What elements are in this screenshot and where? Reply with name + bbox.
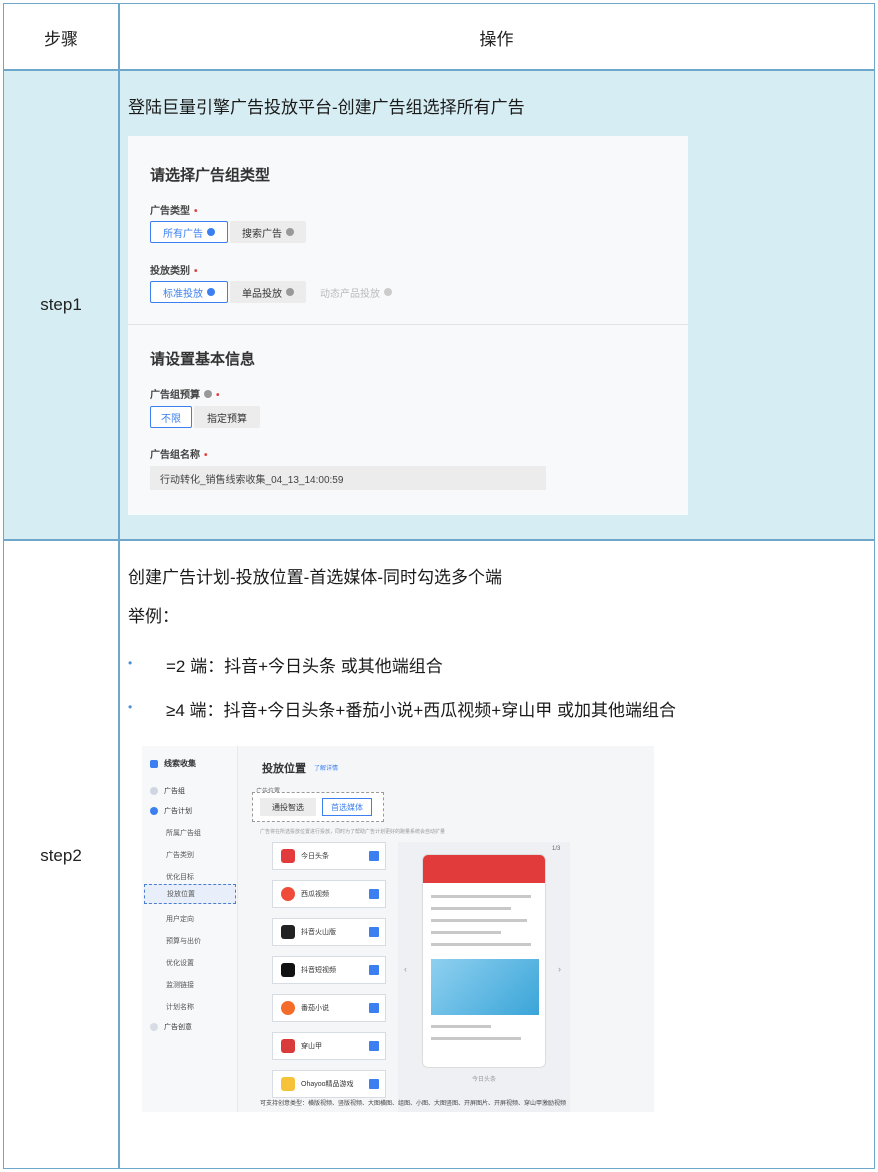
- next-arrow-icon[interactable]: ›: [558, 964, 561, 974]
- help-icon: [207, 228, 215, 236]
- ad-group-name-label: 广告组名称 •: [150, 450, 208, 461]
- phone-preview: [422, 854, 546, 1068]
- ohayoo-icon: [281, 1077, 295, 1091]
- learn-more-link[interactable]: 了解详情: [314, 763, 338, 772]
- sidebar-item-targeting[interactable]: 用户定向: [166, 914, 194, 924]
- form-icon: [150, 759, 158, 768]
- pangle-icon: [281, 1039, 295, 1053]
- phone-caption: 今日头条: [472, 1077, 497, 1083]
- delivery-type-label: 投放类别 •: [150, 266, 198, 277]
- sidebar-item-ad-plan[interactable]: 广告计划: [150, 806, 192, 816]
- section-divider: [128, 324, 688, 325]
- example-label: 举例：: [128, 607, 179, 626]
- placeholder-line: [431, 919, 527, 922]
- sidebar-item-plan-name[interactable]: 计划名称: [166, 1002, 194, 1012]
- sidebar-item-ad-group[interactable]: 广告组: [150, 786, 185, 796]
- delivery-dynamic-product-button: 动态产品投放: [310, 281, 402, 303]
- section-title-basic-info: 请设置基本信息: [150, 351, 256, 368]
- checkbox-checked-icon[interactable]: [369, 965, 379, 975]
- sidebar-title: 广告组线索收集: [150, 758, 196, 769]
- placeholder-line: [431, 907, 511, 910]
- supported-creative-note: 可支持创意类型：横版视频、竖版视频、大图横图、组图、小图、大图竖图、开屏图片、开…: [260, 1101, 567, 1107]
- douyin-icon: [281, 925, 295, 939]
- help-icon: [384, 288, 392, 296]
- header-step: 步骤: [44, 29, 78, 49]
- example-bullet-1: =2 端：抖音+今日头条 或其他端组合: [166, 657, 443, 676]
- sidebar-item-ad-creative[interactable]: 广告创意: [150, 1022, 192, 1032]
- section-title-ad-group-type: 请选择广告组类型: [150, 167, 271, 184]
- sidebar-item-monitor-link[interactable]: 监测链接: [166, 980, 194, 990]
- media-xigua[interactable]: 西瓜视频: [272, 880, 386, 908]
- checkbox-checked-icon[interactable]: [369, 889, 379, 899]
- checkbox-checked-icon[interactable]: [369, 851, 379, 861]
- page-title: 投放位置: [262, 763, 306, 775]
- help-icon: [204, 390, 212, 398]
- delivery-standard-button[interactable]: 标准投放: [150, 281, 228, 303]
- placeholder-line: [431, 895, 531, 898]
- media-douyin[interactable]: 抖音短视频: [272, 956, 386, 984]
- help-icon: [286, 228, 294, 236]
- prev-arrow-icon[interactable]: ‹: [404, 964, 407, 974]
- media-list: 今日头条 西瓜视频 抖音火山版 抖音短视频 番茄小说 穿山甲 Ohayoo精品游…: [268, 842, 392, 1112]
- header-operation: 操作: [479, 29, 514, 49]
- column-divider: [118, 4, 120, 1168]
- step2-label: step2: [40, 845, 82, 865]
- checkbox-checked-icon[interactable]: [369, 927, 379, 937]
- placeholder-line: [431, 931, 501, 934]
- step-icon: [150, 1023, 158, 1032]
- checkbox-checked-icon[interactable]: [369, 1079, 379, 1089]
- placeholder-line: [431, 943, 531, 946]
- preview-area: 1/3 ‹ › 今日头条: [398, 842, 570, 1112]
- preferred-media-button[interactable]: 首选媒体: [322, 798, 372, 816]
- sidebar-item-budget-bid[interactable]: 预算与出价: [166, 936, 201, 946]
- budget-specified-button[interactable]: 指定预算: [194, 406, 260, 428]
- media-toutiao[interactable]: 今日头条: [272, 842, 386, 870]
- media-fanqie[interactable]: 番茄小说: [272, 994, 386, 1022]
- help-icon: [286, 288, 294, 296]
- ad-type-label: 广告类型 •: [150, 206, 198, 217]
- media-pangle[interactable]: 穿山甲: [272, 1032, 386, 1060]
- budget-label: 广告组预算 •: [150, 390, 220, 401]
- sidebar-item-optimization-settings[interactable]: 优化设置: [166, 958, 194, 968]
- smart-delivery-button[interactable]: 通投智选: [260, 798, 316, 816]
- example-bullet-2: ≥4 端：抖音+今日头条+番茄小说+西瓜视频+穿山甲 或加其他端组合: [166, 701, 676, 720]
- toutiao-icon: [281, 849, 295, 863]
- checkbox-checked-icon[interactable]: [369, 1041, 379, 1051]
- ad-group-type-screenshot: 请选择广告组类型 广告类型 • 所有广告 搜索广告 投放类别 • 标准投放 单品投放…: [128, 136, 688, 515]
- step2-instruction: 创建广告计划-投放位置-首选媒体-同时勾选多个端: [128, 568, 502, 587]
- douyin-icon: [281, 963, 295, 977]
- help-icon: [207, 288, 215, 296]
- ad-type-all-button[interactable]: 所有广告: [150, 221, 228, 243]
- ad-group-name-input[interactable]: 行动转化_销售线索收集_04_13_14:00:59: [150, 466, 546, 490]
- delivery-position-screenshot: 广告组线索收集 广告组 广告计划 所属广告组 广告类别 优化目标 投放位置 用户…: [142, 746, 654, 1112]
- step1-instruction: 登陆巨量引擎广告投放平台-创建广告组选择所有广告: [128, 98, 525, 117]
- placeholder-line: [431, 1025, 491, 1028]
- sidebar-item-optimization-goal[interactable]: 优化目标: [166, 872, 194, 882]
- media-douyin-huoshan[interactable]: 抖音火山版: [272, 918, 386, 946]
- delivery-single-product-button[interactable]: 单品投放: [230, 281, 306, 303]
- ad-type-search-button[interactable]: 搜索广告: [230, 221, 306, 243]
- sidebar: 广告组线索收集 广告组 广告计划 所属广告组 广告类别 优化目标 投放位置 用户…: [142, 746, 238, 1112]
- step1-label: step1: [40, 295, 82, 314]
- sidebar-item-delivery-position[interactable]: 投放位置: [144, 884, 236, 904]
- placeholder-line: [431, 1037, 521, 1040]
- fanqie-icon: [281, 1001, 295, 1015]
- toutiao-header: [423, 855, 545, 883]
- checkbox-checked-icon[interactable]: [369, 1003, 379, 1013]
- xigua-icon: [281, 887, 295, 901]
- bullet-dot: •: [128, 700, 133, 714]
- page-indicator: 1/3: [552, 846, 561, 852]
- sidebar-item-owning-group[interactable]: 所属广告组: [166, 828, 201, 838]
- row-divider: [4, 539, 874, 541]
- position-hint: 广告将在所选投放位置进行投放，同时为了帮助广告计划更好的跑量系统会自动扩量: [260, 829, 446, 835]
- step-icon: [150, 807, 158, 816]
- sidebar-item-ad-category[interactable]: 广告类别: [166, 850, 194, 860]
- budget-unlimited-button[interactable]: 不限: [150, 406, 192, 428]
- check-icon: [150, 787, 158, 796]
- media-ohayoo[interactable]: Ohayoo精品游戏: [272, 1070, 386, 1098]
- ad-preview-image: [431, 959, 539, 1015]
- bullet-dot: •: [128, 656, 133, 670]
